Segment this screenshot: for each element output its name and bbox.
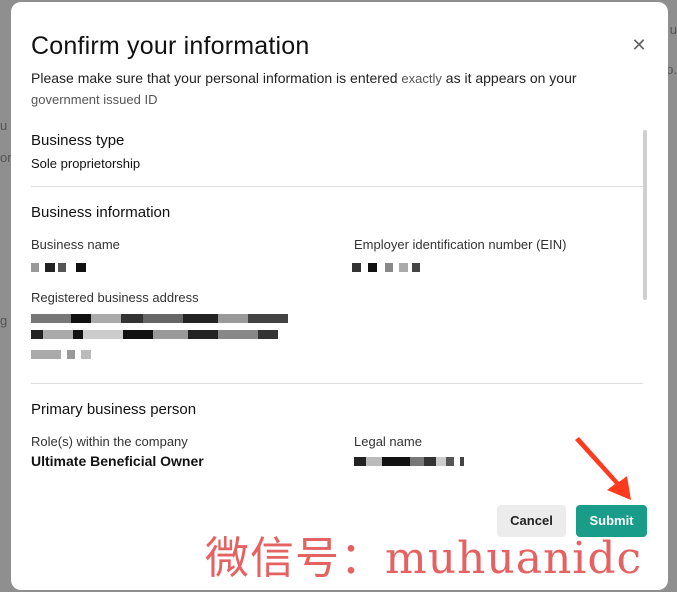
redacted-address-line2 <box>31 330 278 339</box>
business-type-heading: Business type <box>31 132 125 149</box>
arrow-annotation-icon <box>575 437 631 500</box>
background-fragment: or <box>0 150 12 165</box>
subtitle-text-end: as it appears on your <box>445 70 577 86</box>
background-fragment: g <box>0 313 8 328</box>
ein-label: Employer identification number (EIN) <box>354 237 567 252</box>
watermark-text: 微信号：muhuanidc <box>205 533 643 584</box>
subtitle-text: Please make sure that your personal info… <box>31 70 398 86</box>
dialog-title: Confirm your information <box>31 32 310 60</box>
business-information-heading: Business information <box>31 204 171 221</box>
divider <box>31 186 643 187</box>
redacted-address-line1 <box>31 314 288 323</box>
business-type-value: Sole proprietorship <box>31 156 141 171</box>
background-fragment: u <box>0 118 8 133</box>
scrollbar[interactable] <box>643 130 647 300</box>
background-fragment: u <box>669 22 677 37</box>
business-name-label: Business name <box>31 237 120 252</box>
confirm-information-dialog: Confirm your information ✕ Please make s… <box>11 2 668 590</box>
divider <box>31 383 643 384</box>
legal-name-label: Legal name <box>354 434 422 449</box>
registered-address-label: Registered business address <box>31 290 199 305</box>
redacted-legal-name <box>354 457 464 466</box>
redacted-address-line3 <box>31 350 91 359</box>
redacted-business-name <box>31 263 86 272</box>
subtitle-emphasis: exactly <box>401 71 442 86</box>
roles-value: Ultimate Beneficial Owner <box>31 453 204 469</box>
subtitle-line2: government issued ID <box>31 92 158 107</box>
roles-label: Role(s) within the company <box>31 434 188 449</box>
details-scroll-area[interactable]: Business type Sole proprietorship Busine… <box>31 124 643 479</box>
close-icon[interactable]: ✕ <box>630 36 648 54</box>
dialog-subtitle: Please make sure that your personal info… <box>31 68 631 110</box>
primary-person-heading: Primary business person <box>31 401 197 418</box>
redacted-ein <box>352 263 420 272</box>
